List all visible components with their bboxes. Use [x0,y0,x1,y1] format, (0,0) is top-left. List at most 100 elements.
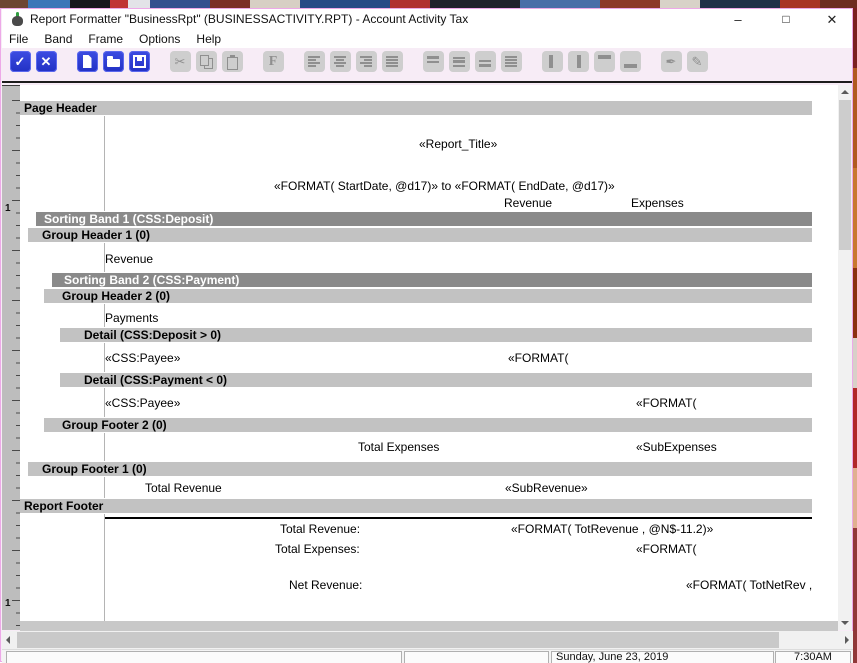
field-d1-amount[interactable]: «FORMAT( [508,351,568,365]
cancel-x-icon[interactable]: ✕ [36,51,57,72]
margin-guide-line [104,433,105,461]
font-icon[interactable]: F [263,51,284,72]
band-header-page-header[interactable]: Page Header [20,101,812,115]
cut-icon[interactable]: ✂ [170,51,191,72]
pen-ink-icon[interactable]: ✒ [661,51,682,72]
valign-middle-icon[interactable] [449,51,470,72]
separator-line [105,517,812,519]
open-report-icon[interactable] [103,51,124,72]
field-gh2-payments[interactable]: Payments [105,311,158,325]
margin-guide-line [104,116,105,211]
desktop-background-strip-right [853,8,857,663]
field-gf2-label[interactable]: Total Expenses [358,440,439,454]
copy-icon[interactable] [196,51,217,72]
field-rf-expenses-value[interactable]: «FORMAT( [636,542,696,556]
menu-item-frame[interactable]: Frame [88,30,123,48]
vertical-line-center-icon[interactable] [568,51,589,72]
title-bar: Report Formatter "BusinessRpt" (BUSINESS… [2,9,852,30]
menu-bar: File Band Frame Options Help [2,30,852,48]
band-header-group-header-1[interactable]: Group Header 1 (0) [28,228,812,242]
band-header-group-footer-1[interactable]: Group Footer 1 (0) [28,462,812,476]
close-button[interactable]: ✕ [816,9,848,30]
status-bar: Sunday, June 23, 2019 7:30AM [2,649,853,663]
group-footer-1-content[interactable]: Total Revenue «SubRevenue» [20,477,814,498]
band-header-group-header-2[interactable]: Group Header 2 (0) [44,289,812,303]
horizontal-scrollbar[interactable] [2,631,853,649]
vertical-line-left-icon[interactable] [542,51,563,72]
align-center-icon[interactable] [330,51,351,72]
scroll-right-icon[interactable] [845,636,849,644]
toolbar-group [74,51,152,72]
horizontal-line-top-icon[interactable] [594,51,615,72]
horizontal-line-bottom-icon[interactable] [620,51,641,72]
vertical-scrollbar[interactable] [838,85,852,630]
field-report-title[interactable]: «Report_Title» [419,137,497,151]
band-header-report-footer[interactable]: Report Footer [20,499,812,513]
field-gf1-label[interactable]: Total Revenue [145,481,222,495]
vertical-scrollbar-thumb[interactable] [839,100,851,250]
toolbar-group [301,51,405,72]
status-panel-1 [6,651,402,663]
align-left-icon[interactable] [304,51,325,72]
field-d1-payee[interactable]: «CSS:Payee» [105,351,180,365]
field-gh1-revenue[interactable]: Revenue [105,252,153,266]
save-report-icon[interactable] [129,51,150,72]
toolbar-group [539,51,643,72]
detail-deposit-content[interactable]: «CSS:Payee» «FORMAT( [20,343,814,372]
vruler-label-1: 1 [5,203,11,214]
field-rf-revenue-label[interactable]: Total Revenue: [280,522,360,536]
margin-guide-line [104,477,105,498]
field-d2-payee[interactable]: «CSS:Payee» [105,396,180,410]
menu-item-help[interactable]: Help [196,30,221,48]
maximize-button[interactable]: □ [770,9,802,30]
scroll-down-icon[interactable] [841,621,849,625]
field-rf-net-value[interactable]: «FORMAT( TotNetRev , [686,578,812,592]
status-panel-2 [404,651,549,663]
band-header-group-footer-2[interactable]: Group Footer 2 (0) [44,418,812,432]
menu-item-file[interactable]: File [9,30,28,48]
scroll-left-icon[interactable] [6,636,10,644]
field-rf-net-label[interactable]: Net Revenue: [289,578,362,592]
scroll-up-icon[interactable] [841,90,849,94]
group-header-2-content[interactable]: Payments [20,304,814,327]
new-report-icon[interactable] [77,51,98,72]
column-header-expenses[interactable]: Expenses [631,196,684,210]
toolbar-group: F [260,51,286,72]
menu-item-options[interactable]: Options [139,30,180,48]
toolbar-group [420,51,524,72]
align-justify-icon[interactable] [382,51,403,72]
field-date-range[interactable]: «FORMAT( StartDate, @d17)» to «FORMAT( E… [274,179,615,193]
band-header-sorting-band-1[interactable]: Sorting Band 1 (CSS:Deposit) [36,212,812,226]
band-header-sorting-band-2[interactable]: Sorting Band 2 (CSS:Payment) [52,273,812,287]
field-gf2-value[interactable]: «SubExpenses [636,440,717,454]
field-d2-amount[interactable]: «FORMAT( [636,396,696,410]
field-rf-revenue-value[interactable]: «FORMAT( TotRevenue , @N$-11.2)» [511,522,713,536]
group-header-1-content[interactable]: Revenue [20,243,814,272]
page-header-content[interactable]: «Report_Title» «FORMAT( StartDate, @d17)… [20,116,814,211]
column-header-revenue[interactable]: Revenue [504,196,552,210]
valign-top-icon[interactable] [423,51,444,72]
horizontal-scrollbar-thumb[interactable] [17,632,779,648]
minimize-button[interactable]: – [722,9,754,30]
status-date: Sunday, June 23, 2019 [551,651,774,663]
toolbar-group: ✓✕ [7,51,59,72]
field-gf1-value[interactable]: «SubRevenue» [505,481,588,495]
confirm-check-icon[interactable]: ✓ [10,51,31,72]
desktop-background-strip [0,0,857,8]
vruler-label-2: 1 [5,598,11,609]
valign-bottom-icon[interactable] [475,51,496,72]
toolbar: ✓✕ ✂ F ✒✎ [2,48,852,83]
detail-payment-content[interactable]: «CSS:Payee» «FORMAT( [20,388,814,417]
group-footer-2-content[interactable]: Total Expenses «SubExpenses [20,433,814,461]
report-footer-content[interactable]: Total Revenue: «FORMAT( TotRevenue , @N$… [20,514,814,621]
align-right-icon[interactable] [356,51,377,72]
pencil-draw-icon[interactable]: ✎ [687,51,708,72]
canvas-bottom-strip [20,621,838,631]
band-header-detail-deposit[interactable]: Detail (CSS:Deposit > 0) [60,328,812,342]
valign-spread-icon[interactable] [501,51,522,72]
window-title: Report Formatter "BusinessRpt" (BUSINESS… [30,12,468,26]
field-rf-expenses-label[interactable]: Total Expenses: [275,542,360,556]
menu-item-band[interactable]: Band [44,30,72,48]
paste-icon[interactable] [222,51,243,72]
band-header-detail-payment[interactable]: Detail (CSS:Payment < 0) [60,373,812,387]
